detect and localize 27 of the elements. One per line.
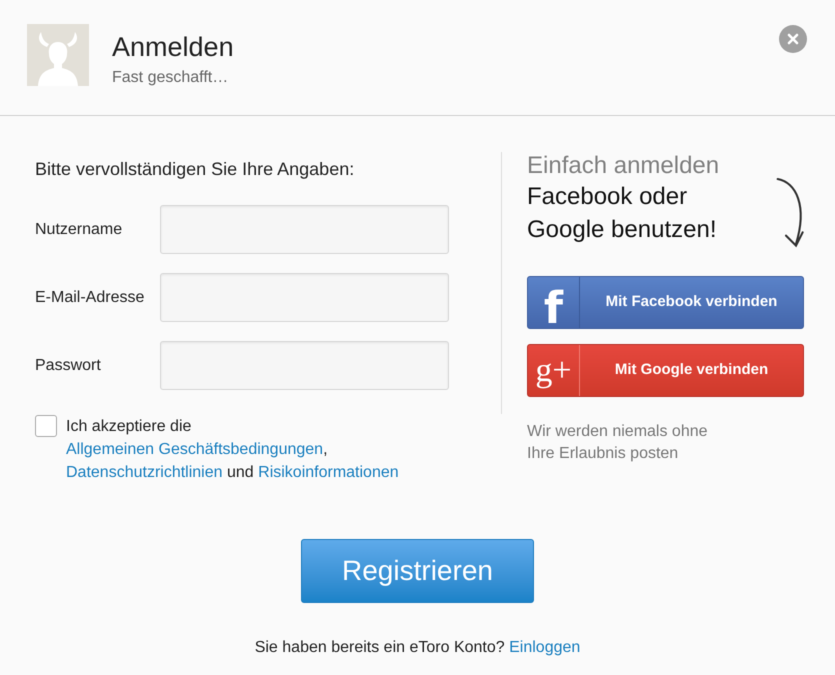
field-label: Passwort	[35, 356, 102, 376]
social-login-button[interactable]: g+ Mit Google verbinden	[527, 344, 804, 397]
login-link[interactable]: Einloggen	[509, 639, 580, 656]
social-heading: Einfach anmelden	[527, 152, 720, 180]
login-prompt: Sie haben bereits ein eToro Konto? Einloggen	[254, 638, 582, 658]
social-subheading: Facebook oder Google benutzen!	[527, 182, 718, 245]
field-label: Nutzername	[35, 220, 124, 240]
terms-link[interactable]: Datenschutzrichtlinien	[66, 464, 223, 481]
form-heading: Bitte vervollständigen Sie Ihre Angaben:	[35, 158, 356, 181]
input-field[interactable]	[160, 205, 449, 254]
input-field[interactable]	[160, 341, 449, 390]
avatar-icon	[27, 24, 89, 86]
terms-link[interactable]: Risikoinformationen	[258, 464, 399, 481]
register-button[interactable]: Registrieren	[301, 539, 534, 603]
social-login-button[interactable]: f Mit Facebook verbinden	[527, 276, 804, 329]
close-button[interactable]	[779, 25, 807, 53]
terms-text: Ich akzeptiere die Allgemeinen Geschäftsbedingungen, Datenschutzrichtlinien und Risikoinformationen	[66, 417, 400, 483]
input-field[interactable]	[160, 273, 449, 322]
brand-glyph: g+	[528, 345, 580, 396]
dialog-title: Anmelden	[112, 31, 234, 64]
dialog-subtitle: Fast geschafft…	[112, 68, 230, 88]
terms-link[interactable]: Allgemeinen Geschäftsbedingungen	[66, 441, 324, 458]
close-icon	[787, 33, 799, 45]
terms-checkbox[interactable]	[35, 415, 57, 437]
field-label: E-Mail-Adresse	[35, 288, 146, 308]
privacy-note: Wir werden niemals ohne Ihre Erlaubnis posten	[527, 422, 709, 464]
brand-glyph: f	[528, 277, 580, 328]
